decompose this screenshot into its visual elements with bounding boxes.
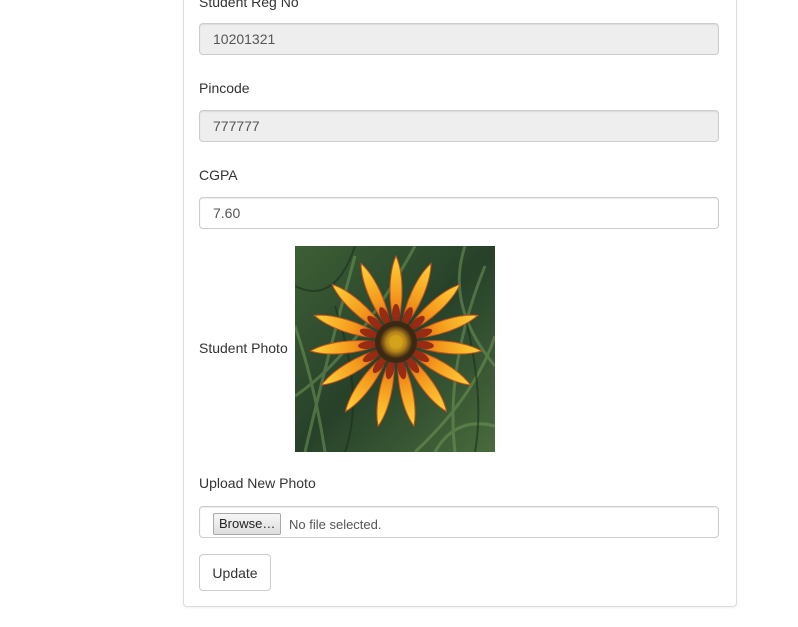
file-status-text: No file selected. — [289, 517, 382, 532]
upload-photo-label: Upload New Photo — [199, 475, 316, 491]
reg-no-label: Student Reg No — [199, 0, 299, 10]
file-input[interactable]: Browse… No file selected. — [199, 506, 719, 538]
student-photo-label: Student Photo — [199, 340, 288, 356]
pincode-field[interactable] — [199, 110, 719, 142]
reg-no-field[interactable] — [199, 23, 719, 55]
pincode-label: Pincode — [199, 80, 250, 96]
flower-image — [295, 246, 495, 452]
student-photo — [295, 246, 495, 452]
update-button[interactable]: Update — [199, 554, 271, 591]
cgpa-label: CGPA — [199, 167, 238, 183]
browse-button[interactable]: Browse… — [213, 513, 282, 535]
cgpa-field[interactable] — [199, 197, 719, 229]
